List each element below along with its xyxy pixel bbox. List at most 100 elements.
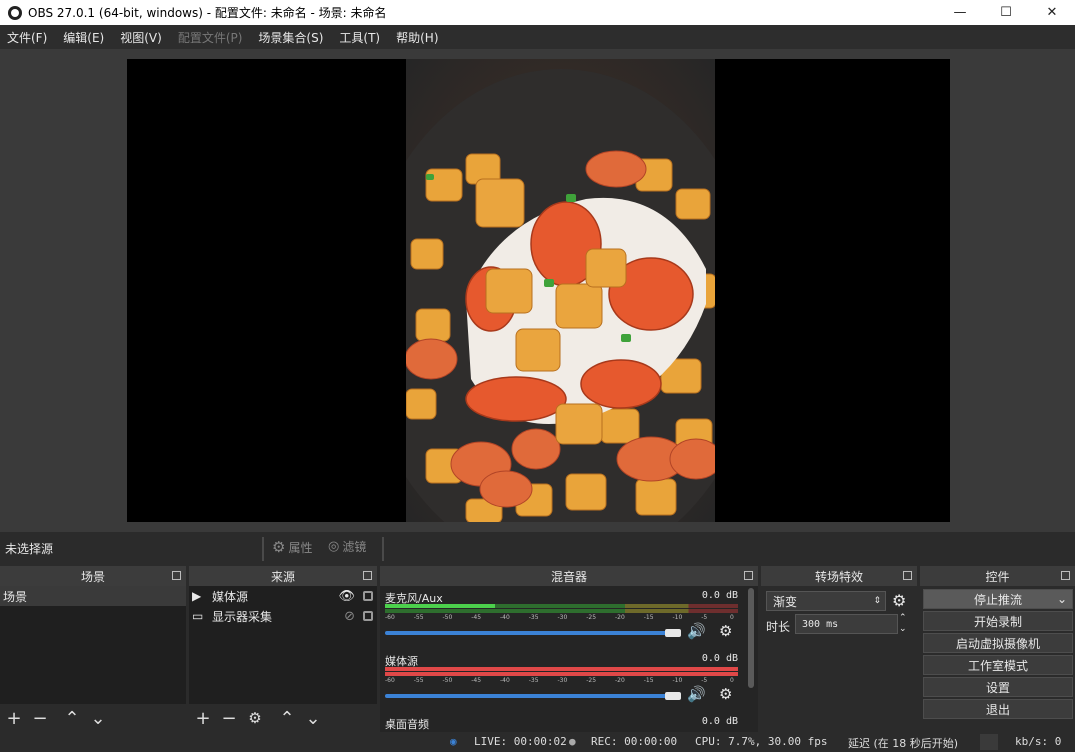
- eye-hidden-icon[interactable]: ⊘: [344, 609, 355, 624]
- menu-scene-collection[interactable]: 场景集合(S): [258, 29, 323, 46]
- db-scale: -60 -55 -50 -45 -40 -35 -30 -25 -20 -15 -10 -5 0: [385, 614, 738, 624]
- gear-icon[interactable]: ⚙: [245, 708, 265, 728]
- transitions-dock-header: 转场特效: [761, 566, 917, 586]
- exit-button[interactable]: 退出: [923, 699, 1073, 719]
- audio-meter: [385, 672, 738, 676]
- audio-meter-level: [385, 604, 495, 608]
- maximize-button[interactable]: ☐: [983, 0, 1029, 25]
- studio-mode-button[interactable]: 工作室模式: [923, 655, 1073, 675]
- speaker-icon[interactable]: 🔊: [687, 685, 706, 703]
- menu-help[interactable]: 帮助(H): [396, 29, 438, 46]
- undock-icon[interactable]: [363, 571, 372, 580]
- lock-icon[interactable]: [363, 611, 373, 621]
- db-scale-tick: -5: [701, 614, 708, 621]
- mixer-scrollbar[interactable]: [748, 588, 754, 688]
- source-item-media[interactable]: ▶ 媒体源 👁: [189, 586, 377, 606]
- menu-view[interactable]: 视图(V): [120, 29, 162, 46]
- menu-profile[interactable]: 配置文件(P): [178, 29, 243, 46]
- mixer-channel-media: 媒体源 0.0 dB -60 -55 -50 -45 -40 -35 -30 -25 -20 -1…: [385, 653, 742, 713]
- move-down-icon[interactable]: ⌄: [88, 708, 108, 729]
- mixer-body: 麦克风/Aux 0.0 dB -60 -55 -50 -45 -40 -35 -30 -25-…: [380, 586, 758, 732]
- db-scale-tick: -40: [500, 614, 510, 621]
- media-source-video: [406, 59, 715, 522]
- volume-slider[interactable]: [385, 694, 675, 698]
- properties-button[interactable]: ⚙ 属性: [272, 538, 312, 556]
- source-item-display-capture[interactable]: ▭ 显示器采集 ⊘: [189, 606, 377, 626]
- db-scale-tick: 0: [730, 614, 734, 621]
- remove-icon[interactable]: −: [219, 708, 239, 729]
- sources-dock-header: 来源: [189, 566, 377, 586]
- db-scale-tick: -40: [500, 677, 510, 684]
- db-scale: -60 -55 -50 -45 -40 -35 -30 -25 -20 -15 -10 -5 0: [385, 677, 738, 687]
- spin-down-icon[interactable]: ⌄: [899, 624, 907, 634]
- duration-label: 时长: [766, 620, 791, 634]
- db-scale-tick: -10: [672, 614, 683, 621]
- undock-icon[interactable]: [172, 571, 181, 580]
- sources-dock: 来源 ▶ 媒体源 👁 ▭ 显示器采集 ⊘ + − ⚙ ⌃ ⌄: [189, 566, 377, 732]
- live-broadcast-icon: ◉: [450, 735, 457, 748]
- undock-icon[interactable]: [1061, 571, 1070, 580]
- mixer-channel-desktop: 桌面音频 0.0 dB: [385, 716, 742, 732]
- food-image: [406, 59, 715, 522]
- move-up-icon[interactable]: ⌃: [277, 708, 297, 729]
- cpu-fps: CPU: 7.7%, 30.00 fps: [695, 735, 828, 748]
- preview-canvas[interactable]: [127, 59, 950, 522]
- audio-meter: [385, 667, 738, 671]
- db-scale-tick: -60: [385, 614, 395, 621]
- gear-icon[interactable]: ⚙: [719, 622, 732, 640]
- spin-up-icon[interactable]: ⌃: [899, 613, 907, 623]
- db-scale-tick: -15: [643, 614, 654, 621]
- move-up-icon[interactable]: ⌃: [62, 708, 82, 729]
- menu-tools[interactable]: 工具(T): [339, 29, 380, 46]
- mixer-channel-mic: 麦克风/Aux 0.0 dB -60 -55 -50 -45 -40 -35 -30 -25-…: [385, 590, 742, 650]
- undock-icon[interactable]: [744, 571, 753, 580]
- duration-input[interactable]: 300 ms: [795, 614, 898, 634]
- db-scale-tick: -10: [672, 677, 683, 684]
- menu-edit[interactable]: 编辑(E): [63, 29, 104, 46]
- live-time: LIVE: 00:00:02: [474, 735, 567, 748]
- move-down-icon[interactable]: ⌄: [303, 708, 323, 729]
- eye-icon[interactable]: 👁: [338, 589, 355, 604]
- play-icon: ▶: [192, 589, 202, 603]
- scene-item[interactable]: 场景: [0, 586, 186, 606]
- volume-slider[interactable]: [385, 631, 675, 635]
- db-scale-tick: -55: [413, 614, 424, 621]
- no-source-selected-label: 未选择源: [5, 542, 54, 556]
- remove-icon[interactable]: −: [30, 708, 50, 729]
- stop-streaming-button[interactable]: 停止推流 ⌄: [923, 589, 1073, 609]
- minimize-button[interactable]: —: [937, 0, 983, 25]
- window-title: OBS 27.0.1 (64-bit, windows) - 配置文件: 未命名…: [28, 6, 387, 20]
- scenes-dock: 场景 场景 + − ⌃ ⌄: [0, 566, 186, 732]
- lock-icon[interactable]: [363, 591, 373, 601]
- source-toolbar: 未选择源 ⚙ 属性 ◎ 滤镜: [0, 532, 1075, 566]
- db-scale-tick: -15: [643, 677, 654, 684]
- transition-select[interactable]: 渐变 ⇕: [766, 591, 886, 611]
- start-virtual-camera-button[interactable]: 启动虚拟摄像机: [923, 633, 1073, 653]
- undock-icon[interactable]: [903, 571, 912, 580]
- scenes-footer: + − ⌃ ⌄: [0, 704, 186, 732]
- db-scale-tick: -35: [528, 614, 539, 621]
- gear-icon[interactable]: ⚙: [719, 685, 732, 703]
- close-button[interactable]: ✕: [1029, 0, 1075, 25]
- controls-title: 控件: [985, 569, 1010, 584]
- rec-time: REC: 00:00:00: [591, 735, 678, 748]
- add-icon[interactable]: +: [4, 708, 24, 729]
- db-scale-tick: 0: [730, 677, 734, 684]
- menu-file[interactable]: 文件(F): [7, 29, 47, 46]
- chevron-down-icon[interactable]: ⌄: [1057, 592, 1067, 606]
- toolbar-separator: [382, 537, 384, 561]
- settings-button[interactable]: 设置: [923, 677, 1073, 697]
- volume-slider-handle[interactable]: [665, 629, 681, 637]
- start-recording-button[interactable]: 开始录制: [923, 611, 1073, 631]
- volume-slider-handle[interactable]: [665, 692, 681, 700]
- add-icon[interactable]: +: [193, 708, 213, 729]
- gear-icon[interactable]: ⚙: [892, 591, 906, 610]
- db-scale-tick: -35: [528, 677, 539, 684]
- filter-icon: ◎: [328, 539, 340, 554]
- filters-button[interactable]: ◎ 滤镜: [328, 538, 366, 555]
- db-scale-tick: -55: [413, 677, 424, 684]
- controls-dock: 控件 停止推流 ⌄ 开始录制 启动虚拟摄像机 工作室模式 设置 退出: [920, 566, 1075, 732]
- db-scale-tick: -25: [586, 614, 597, 621]
- speaker-icon[interactable]: 🔊: [687, 622, 706, 640]
- sources-footer: + − ⚙ ⌃ ⌄: [189, 704, 377, 732]
